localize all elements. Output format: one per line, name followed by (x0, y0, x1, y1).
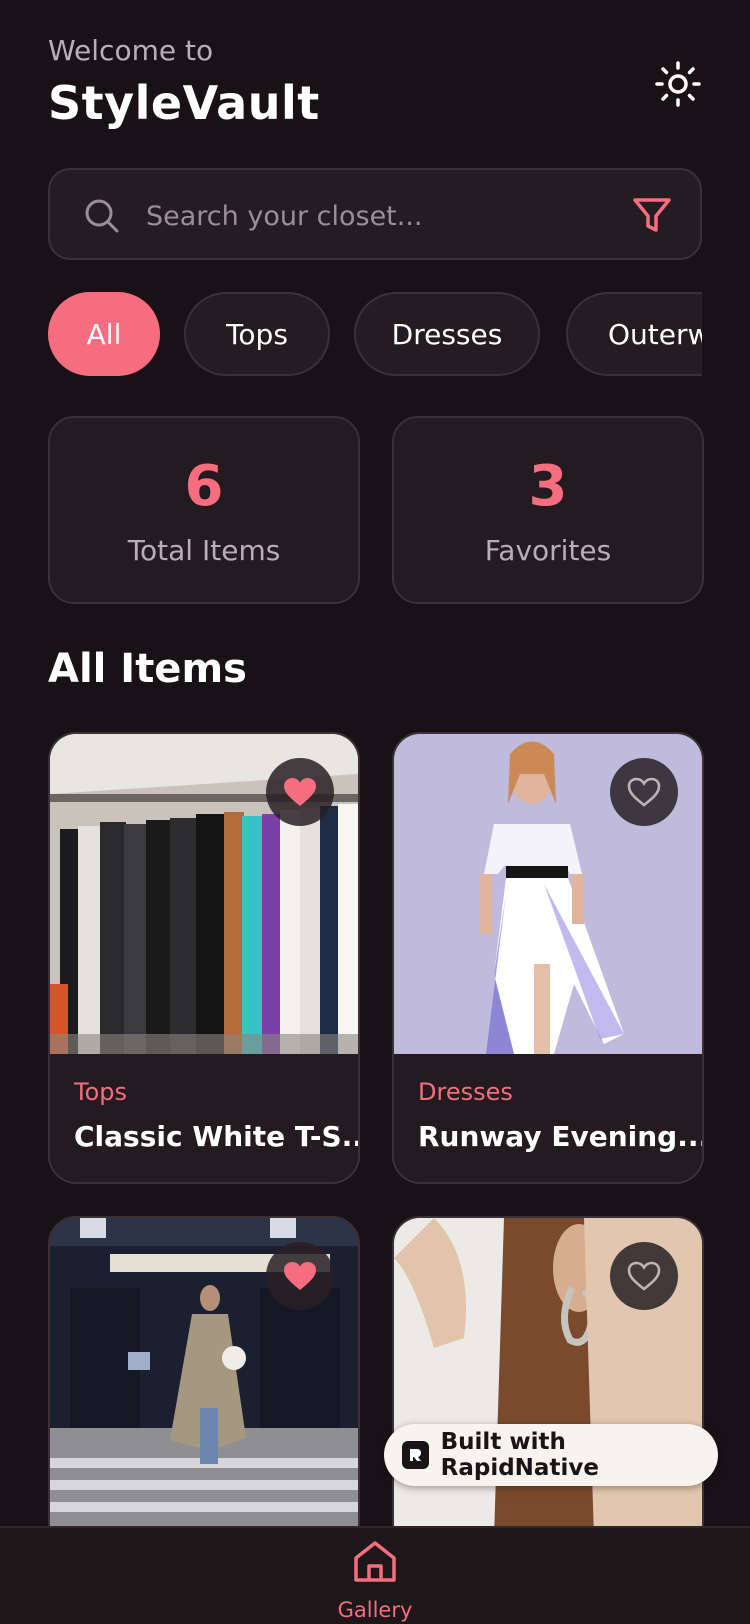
item-card[interactable] (392, 1216, 704, 1556)
favorite-button[interactable] (610, 1242, 678, 1310)
badge-text: Built with RapidNative (440, 1429, 599, 1481)
item-card[interactable]: Tops Classic White T-S... (48, 732, 360, 1184)
favorite-button[interactable] (266, 758, 334, 826)
favorites-label: Favorites (484, 534, 612, 567)
item-name: Classic White T-S... (74, 1120, 360, 1153)
chip-outerwear[interactable]: Outerwear (566, 292, 702, 376)
heart-outline-icon (627, 777, 661, 807)
favorites-card: 3 Favorites (392, 416, 704, 604)
heart-filled-icon (284, 778, 316, 806)
section-title: All Items (48, 646, 247, 692)
category-filter-row: All Tops Dresses Outerwear (48, 292, 702, 376)
search-input[interactable] (146, 190, 606, 242)
chip-label: Tops (226, 317, 288, 351)
search-bar (48, 168, 702, 260)
item-card[interactable] (48, 1216, 360, 1556)
item-category: Dresses (418, 1078, 513, 1106)
chip-tops[interactable]: Tops (184, 292, 330, 376)
heart-outline-icon (627, 1261, 661, 1291)
theme-toggle-button[interactable] (652, 58, 704, 110)
heart-filled-icon (284, 1262, 316, 1290)
favorites-value: 3 (528, 454, 568, 519)
item-name: Runway Evening... (418, 1120, 704, 1153)
item-card[interactable]: Dresses Runway Evening... (392, 732, 704, 1184)
filter-icon[interactable] (630, 194, 674, 238)
favorite-button[interactable] (266, 1242, 334, 1310)
chip-label: Outerwear (608, 317, 702, 351)
search-icon (85, 199, 119, 233)
app-title: StyleVault (48, 76, 320, 130)
chip-all[interactable]: All (48, 292, 160, 376)
total-items-value: 6 (184, 454, 224, 519)
item-category: Tops (74, 1078, 128, 1106)
chip-label: Dresses (391, 317, 503, 351)
tab-label: Gallery (337, 1598, 413, 1622)
home-icon (354, 1541, 396, 1582)
sun-icon (655, 61, 701, 107)
chip-label: All (86, 317, 122, 351)
rapidnative-logo-icon (402, 1441, 429, 1469)
built-with-badge[interactable]: Built with RapidNative (384, 1424, 718, 1486)
bottom-tab-bar: Gallery (0, 1526, 750, 1624)
chip-dresses[interactable]: Dresses (354, 292, 540, 376)
total-items-card: 6 Total Items (48, 416, 360, 604)
total-items-label: Total Items (127, 534, 281, 567)
favorite-button[interactable] (610, 758, 678, 826)
welcome-text: Welcome to (48, 34, 214, 67)
tab-gallery[interactable]: Gallery (325, 1538, 425, 1624)
